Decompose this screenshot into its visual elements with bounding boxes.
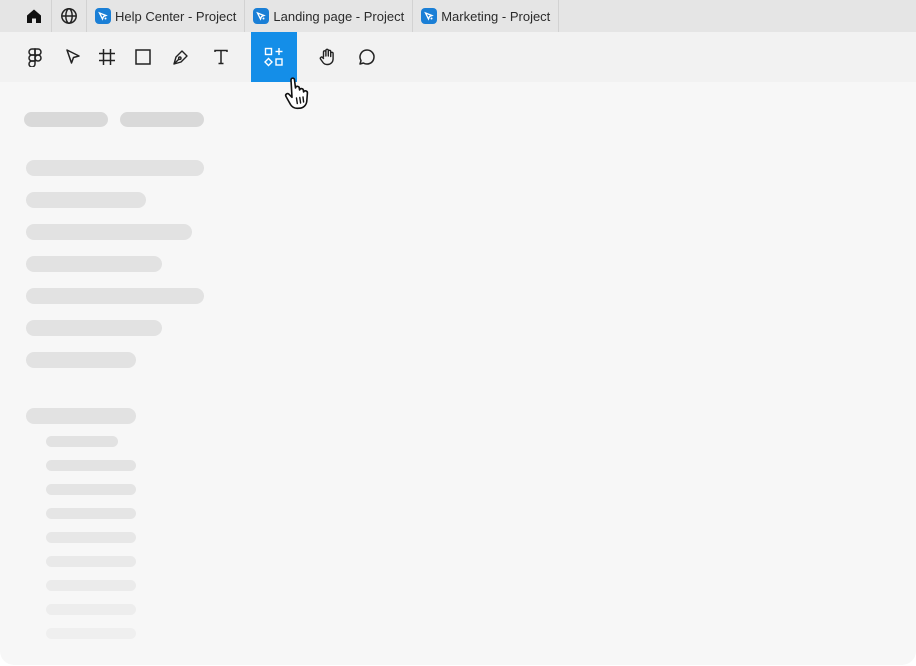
skeleton-layer [46,604,136,615]
comment-tool-icon [359,49,375,65]
pointer-hand-cursor-icon [284,77,309,110]
skeleton-layer [46,556,136,567]
skeleton-tab-file [24,112,108,127]
comment-tool-button[interactable] [349,32,385,82]
tab-label: Marketing - Project [441,8,551,24]
tab-label: Landing page - Project [273,8,405,24]
frame-tool-icon [99,49,115,65]
hand-tool-icon [319,48,334,66]
home-icon [27,9,41,23]
tab-landing-page[interactable]: Landing page - Project [245,0,414,32]
text-tool-button[interactable] [203,32,239,82]
skeleton-row [26,160,204,176]
skeleton-layer [46,460,136,471]
tab-help-center[interactable]: Help Center - Project [87,0,246,32]
toolbar [0,32,916,82]
home-button[interactable] [17,0,52,32]
skeleton-row [26,192,146,208]
resources-icon [264,47,283,67]
skeleton-layer [46,508,136,519]
frame-tool-button[interactable] [89,32,125,82]
globe-icon [61,8,77,24]
tab-bar: Help Center - Project Landing page - Pro… [0,0,916,32]
pen-tool-button[interactable] [163,32,199,82]
main-menu-button[interactable] [17,32,53,82]
skeleton-row [26,320,162,336]
figma-logo-icon [28,48,42,67]
skeleton-row [26,288,204,304]
skeleton-row [26,256,162,272]
skeleton-section-header [26,408,136,424]
skeleton-layer [46,628,136,639]
move-tool-icon [66,49,80,64]
tab-label: Help Center - Project [115,8,237,24]
shape-tool-button[interactable] [125,32,161,82]
skeleton-layer [46,580,136,591]
skeleton-layer [46,436,118,447]
skeleton-layer [46,484,136,495]
pen-tool-icon [173,50,188,65]
project-favicon-icon [421,8,438,24]
project-favicon-icon [95,8,111,24]
text-tool-icon [214,49,228,65]
tab-marketing[interactable]: Marketing - Project [413,0,560,32]
community-button[interactable] [52,0,87,32]
app-window: Help Center - Project Landing page - Pro… [0,0,916,665]
skeleton-tab-assets [120,112,204,127]
skeleton-row [26,224,192,240]
project-favicon-icon [253,8,270,24]
move-tool-button[interactable] [55,32,91,82]
skeleton-row [26,352,136,368]
rectangle-tool-icon [135,49,151,65]
skeleton-layer [46,532,136,543]
